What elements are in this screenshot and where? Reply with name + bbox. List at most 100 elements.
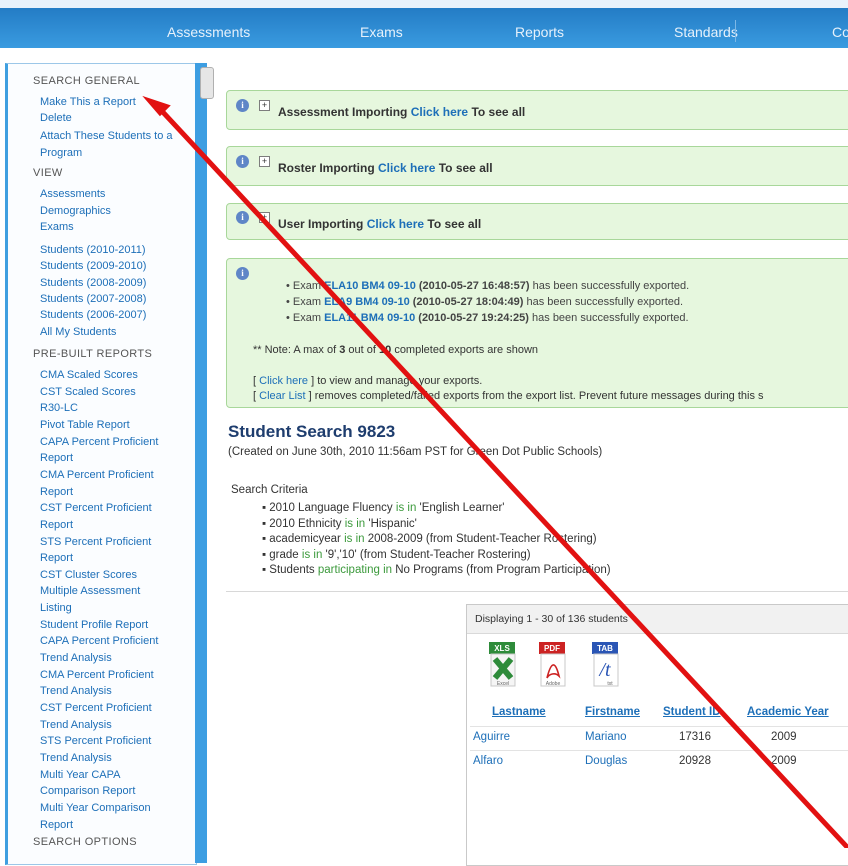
make-report-link[interactable]: Make This a Report bbox=[40, 96, 136, 108]
sidebar-report-item[interactable]: Comparison Report bbox=[40, 784, 135, 799]
criteria-item: ▪ 2010 Language Fluency is in 'English L… bbox=[262, 502, 505, 514]
lastname-cell[interactable]: Alfaro bbox=[473, 755, 503, 767]
sidebar-report-item[interactable]: CST Scaled Scores bbox=[40, 385, 136, 400]
col-firstname[interactable]: Firstname bbox=[585, 706, 640, 718]
student-id-cell: 20928 bbox=[679, 755, 711, 767]
nav-assessments[interactable]: Assessments bbox=[167, 24, 250, 40]
firstname-cell[interactable]: Mariano bbox=[585, 731, 627, 743]
sidebar-report-item[interactable]: Report bbox=[40, 485, 73, 500]
sidebar-report-item[interactable]: Student Profile Report bbox=[40, 618, 148, 633]
sidebar-student-item[interactable]: Students (2008-2009) bbox=[40, 276, 146, 291]
divider bbox=[226, 591, 848, 592]
export-date: (2010-05-27 19:24:25) bbox=[415, 312, 529, 324]
sidebar-student-item[interactable]: All My Students bbox=[40, 325, 116, 340]
nav-separator bbox=[735, 20, 736, 42]
sidebar-report-item[interactable]: Report bbox=[40, 818, 73, 833]
pdf-tag-text: PDF bbox=[544, 644, 560, 653]
delete-link[interactable]: Delete bbox=[40, 112, 72, 124]
nav-exams[interactable]: Exams bbox=[360, 24, 403, 40]
sidebar-report-item[interactable]: Report bbox=[40, 451, 73, 466]
sidebar-report-item[interactable]: CST Cluster Scores bbox=[40, 568, 137, 583]
sidebar-report-item[interactable]: CAPA Percent Proficient bbox=[40, 634, 158, 649]
svg-text:/t: /t bbox=[598, 659, 611, 681]
export-pdf-icon[interactable]: PDF Adobe bbox=[537, 642, 569, 687]
export-line: • Exam ELA11 BM4 09-10 (2010-05-27 19:24… bbox=[286, 312, 689, 324]
sidebar-report-item[interactable]: CAPA Percent Proficient bbox=[40, 435, 158, 450]
sidebar-report-item[interactable]: Trend Analysis bbox=[40, 684, 112, 699]
sidebar-report-item[interactable]: Report bbox=[40, 551, 73, 566]
sidebar-report-item[interactable]: Multiple Assessment bbox=[40, 584, 140, 599]
nav-co[interactable]: Co bbox=[832, 24, 848, 40]
sidebar-report-item[interactable]: Trend Analysis bbox=[40, 651, 112, 666]
expand-icon[interactable]: + bbox=[259, 212, 270, 223]
lastname-cell[interactable]: Aguirre bbox=[473, 731, 510, 743]
sidebar-collapse-handle[interactable] bbox=[200, 67, 214, 99]
assessment-importing-panel: i + Assessment Importing Click here To s… bbox=[226, 90, 848, 130]
sidebar-report-item[interactable]: R30-LC bbox=[40, 401, 78, 416]
sidebar-report-item[interactable]: CST Percent Proficient bbox=[40, 701, 152, 716]
results-header: Displaying 1 - 30 of 136 students bbox=[467, 605, 848, 634]
export-date: (2010-05-27 16:48:57) bbox=[415, 280, 530, 292]
info-icon: i bbox=[236, 155, 249, 168]
sidebar-border bbox=[195, 63, 207, 863]
academic-year-cell: 2009 bbox=[771, 755, 797, 767]
sidebar-report-item[interactable]: Multi Year Comparison bbox=[40, 801, 151, 816]
export-exam-link[interactable]: ELA9 BM4 09-10 bbox=[324, 296, 410, 308]
expand-icon[interactable]: + bbox=[259, 156, 270, 167]
sidebar-report-item[interactable]: Pivot Table Report bbox=[40, 418, 130, 433]
criteria-item: ▪ Students participating in No Programs … bbox=[262, 564, 611, 576]
roster-importing-panel: i + Roster Importing Click here To see a… bbox=[226, 146, 848, 186]
sidebar-student-item[interactable]: Students (2010-2011) bbox=[40, 243, 146, 258]
nav-reports[interactable]: Reports bbox=[515, 24, 564, 40]
sidebar-report-item[interactable]: CMA Percent Proficient bbox=[40, 668, 154, 683]
export-note: ** Note: A max of 3 out of 10 completed … bbox=[253, 344, 538, 356]
view-heading: VIEW bbox=[33, 167, 63, 179]
sidebar-report-item[interactable]: Trend Analysis bbox=[40, 751, 112, 766]
sidebar-view-item[interactable]: Exams bbox=[40, 220, 74, 235]
export-date: (2010-05-27 18:04:49) bbox=[409, 296, 524, 308]
manage-exports-line: [ Click here ] to view and manage your e… bbox=[253, 375, 483, 387]
attach-students-link-cont[interactable]: Program bbox=[40, 147, 82, 159]
sidebar-view-item[interactable]: Demographics bbox=[40, 204, 111, 219]
col-academic-year[interactable]: Academic Year bbox=[747, 706, 829, 718]
export-exam-link[interactable]: ELA11 BM4 09-10 bbox=[324, 312, 415, 324]
export-line: • Exam ELA9 BM4 09-10 (2010-05-27 18:04:… bbox=[286, 296, 684, 308]
col-student-id[interactable]: Student ID bbox=[663, 706, 721, 718]
sidebar-student-item[interactable]: Students (2006-2007) bbox=[40, 308, 146, 323]
attach-students-link[interactable]: Attach These Students to a bbox=[40, 130, 173, 142]
info-icon: i bbox=[236, 99, 249, 112]
user-click-here[interactable]: Click here bbox=[367, 217, 424, 231]
sidebar-student-item[interactable]: Students (2007-2008) bbox=[40, 292, 146, 307]
export-tab-icon[interactable]: TAB /t txt bbox=[590, 642, 622, 687]
nav-standards[interactable]: Standards bbox=[674, 24, 738, 40]
sidebar-report-item[interactable]: CMA Percent Proficient bbox=[40, 468, 154, 483]
sidebar-report-item[interactable]: STS Percent Proficient bbox=[40, 535, 151, 550]
sidebar-report-item[interactable]: STS Percent Proficient bbox=[40, 734, 151, 749]
export-excel-icon[interactable]: XLS Excel bbox=[487, 642, 519, 687]
assessment-importing-title: Assessment Importing Click here To see a… bbox=[278, 105, 526, 119]
excel-tag-text: XLS bbox=[494, 644, 510, 653]
expand-icon[interactable]: + bbox=[259, 100, 270, 111]
sidebar-report-item[interactable]: CST Percent Proficient bbox=[40, 501, 152, 516]
student-id-cell: 17316 bbox=[679, 731, 711, 743]
search-general-heading: SEARCH GENERAL bbox=[33, 75, 141, 87]
academic-year-cell: 2009 bbox=[771, 731, 797, 743]
info-icon: i bbox=[236, 211, 249, 224]
displaying-count: Displaying 1 - 30 of 136 students bbox=[475, 613, 628, 625]
sidebar-report-item[interactable]: Trend Analysis bbox=[40, 718, 112, 733]
manage-exports-link[interactable]: Click here bbox=[259, 375, 308, 387]
col-lastname[interactable]: Lastname bbox=[492, 706, 546, 718]
sidebar-student-item[interactable]: Students (2009-2010) bbox=[40, 259, 146, 274]
roster-click-here[interactable]: Click here bbox=[378, 161, 435, 175]
sidebar-report-item[interactable]: Listing bbox=[40, 601, 72, 616]
clear-list-link[interactable]: Clear List bbox=[259, 390, 305, 402]
sidebar-view-item[interactable]: Assessments bbox=[40, 187, 105, 202]
created-info: (Created on June 30th, 2010 11:56am PST … bbox=[228, 446, 603, 458]
excel-caption: Excel bbox=[497, 681, 509, 687]
firstname-cell[interactable]: Douglas bbox=[585, 755, 627, 767]
sidebar-report-item[interactable]: CMA Scaled Scores bbox=[40, 368, 138, 383]
sidebar-report-item[interactable]: Multi Year CAPA bbox=[40, 768, 121, 783]
sidebar-report-item[interactable]: Report bbox=[40, 518, 73, 533]
export-exam-link[interactable]: ELA10 BM4 09-10 bbox=[324, 280, 416, 292]
assessment-click-here[interactable]: Click here bbox=[411, 105, 468, 119]
